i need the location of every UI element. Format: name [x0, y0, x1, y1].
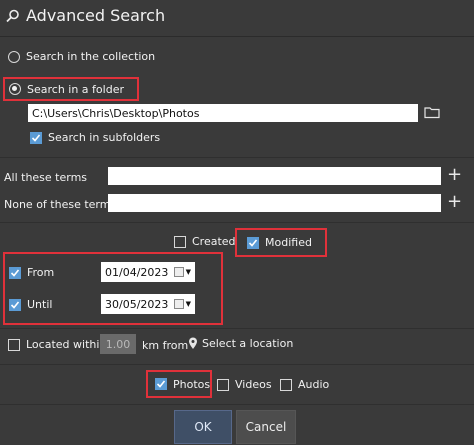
add-all-term-icon[interactable]: + — [447, 166, 462, 184]
calendar-icon — [173, 267, 184, 277]
checkbox-box[interactable] — [9, 298, 21, 311]
checkbox-box[interactable] — [30, 131, 42, 144]
checkbox-box[interactable] — [174, 235, 186, 248]
checkbox-label: From — [27, 266, 55, 279]
search-icon — [6, 9, 19, 22]
none-terms-input[interactable] — [108, 194, 441, 212]
checkbox-from[interactable]: From — [9, 266, 54, 279]
checkbox-created[interactable]: Created — [174, 235, 236, 248]
distance-input[interactable]: 1.00 — [100, 334, 136, 354]
checkbox-label: Until — [27, 298, 53, 311]
checkbox-until[interactable]: Until — [9, 298, 52, 311]
all-terms-input[interactable] — [108, 167, 441, 185]
checkbox-box[interactable] — [247, 236, 259, 249]
checkbox-label: Search in subfolders — [48, 131, 161, 144]
section-divider — [0, 157, 474, 158]
chevron-down-icon: ▼ — [185, 300, 191, 308]
none-terms-label: None of these terms — [4, 198, 117, 211]
select-location-label: Select a location — [202, 337, 294, 350]
title-divider — [0, 36, 474, 37]
pin-icon — [189, 337, 197, 349]
checkbox-label: Created — [192, 235, 236, 248]
checkbox-label: Modified — [265, 236, 312, 249]
check-icon — [10, 268, 20, 277]
checkbox-label: Videos — [235, 378, 272, 391]
from-date-value: 01/04/2023 — [105, 265, 169, 279]
folder-icon[interactable] — [424, 105, 440, 122]
checkbox-box[interactable] — [280, 378, 292, 391]
radio-label: Search in a folder — [27, 82, 124, 96]
check-icon — [156, 380, 166, 388]
radio-search-collection[interactable]: Search in the collection — [8, 50, 155, 63]
dialog-title: Advanced Search — [6, 6, 165, 25]
checkbox-box[interactable] — [9, 266, 21, 279]
checkbox-label: Audio — [298, 378, 330, 391]
ok-button[interactable]: OK — [174, 410, 232, 444]
radio-label: Search in the collection — [26, 50, 156, 63]
section-divider — [0, 364, 474, 365]
section-divider — [0, 328, 474, 329]
all-terms-label: All these terms — [4, 171, 88, 184]
checkbox-label: Photos — [173, 377, 211, 391]
checkbox-videos[interactable]: Videos — [217, 378, 272, 391]
checkbox-box[interactable] — [155, 378, 167, 390]
cancel-button[interactable]: Cancel — [236, 410, 296, 444]
checkbox-label: Located within — [26, 338, 107, 351]
dialog-title-text: Advanced Search — [26, 6, 166, 25]
check-icon — [31, 133, 41, 142]
folder-path-input[interactable]: C:\Users\Chris\Desktop\Photos — [28, 104, 418, 122]
until-date-picker[interactable]: 30/05/2023 ▼ — [101, 294, 195, 314]
radio-circle[interactable] — [9, 83, 21, 95]
checkbox-search-subfolders[interactable]: Search in subfolders — [30, 131, 160, 144]
checkbox-audio[interactable]: Audio — [280, 378, 329, 391]
km-from-label: km from — [142, 339, 189, 352]
section-divider — [0, 404, 474, 405]
chevron-down-icon: ▼ — [185, 268, 191, 276]
check-icon — [10, 300, 20, 309]
section-divider — [0, 222, 474, 223]
radio-search-folder[interactable]: Search in a folder — [3, 77, 139, 101]
checkbox-photos[interactable]: Photos — [146, 370, 212, 398]
add-none-term-icon[interactable]: + — [447, 193, 462, 211]
checkbox-located-within[interactable]: Located within — [8, 338, 106, 351]
calendar-icon — [173, 299, 184, 309]
from-date-picker[interactable]: 01/04/2023 ▼ — [101, 262, 195, 282]
checkbox-box[interactable] — [217, 378, 229, 391]
checkbox-modified[interactable]: Modified — [235, 228, 327, 257]
radio-circle[interactable] — [8, 50, 20, 63]
select-location-link[interactable]: Select a location — [188, 337, 293, 350]
folder-path-value: C:\Users\Chris\Desktop\Photos — [32, 106, 200, 120]
check-icon — [248, 238, 258, 247]
distance-value: 1.00 — [105, 337, 131, 351]
until-date-value: 30/05/2023 — [105, 297, 169, 311]
checkbox-box[interactable] — [8, 338, 20, 351]
